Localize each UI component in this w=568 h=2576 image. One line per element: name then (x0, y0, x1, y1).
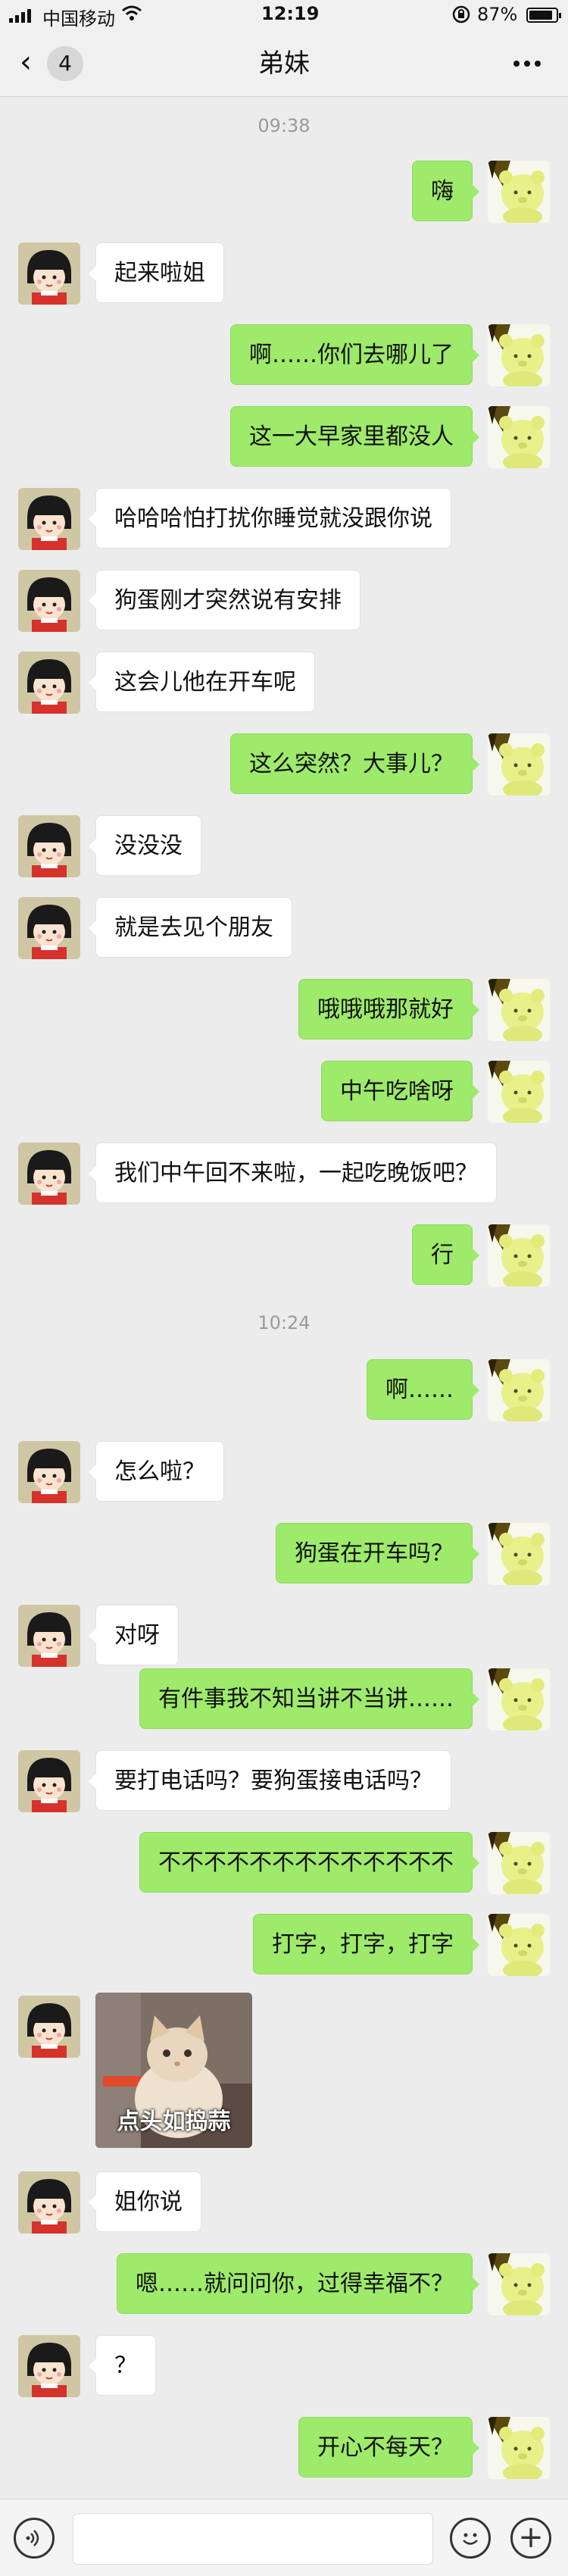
my-avatar[interactable] (488, 1668, 550, 1730)
contact-avatar[interactable] (18, 652, 80, 714)
received-message[interactable]: 怎么啦？ (89, 1441, 224, 1502)
contact-avatar[interactable] (18, 1441, 80, 1503)
status-time: 12:19 (261, 3, 320, 24)
my-avatar[interactable] (488, 2417, 550, 2479)
my-avatar[interactable] (488, 1832, 550, 1894)
my-avatar[interactable] (488, 1914, 550, 1976)
received-message[interactable]: 要打电话吗？要狗蛋接电话吗？ (89, 1750, 451, 1811)
more-dots-icon[interactable] (513, 61, 541, 67)
contact-avatar[interactable] (18, 2335, 80, 2397)
contact-avatar[interactable] (18, 2171, 80, 2234)
received-message[interactable]: 起来啦姐 (89, 242, 224, 303)
voice-icon[interactable] (14, 2518, 55, 2559)
sent-message[interactable]: 这一大早家里都没人 (230, 406, 479, 467)
sent-message[interactable]: 啊…… (367, 1359, 479, 1420)
my-avatar[interactable] (488, 979, 550, 1041)
my-avatar[interactable] (488, 733, 550, 796)
plus-icon[interactable]: + (510, 2518, 551, 2559)
sent-message[interactable]: 啊……你们去哪儿了 (230, 324, 479, 385)
sticker-message[interactable]: 点头如捣蒜 (95, 1993, 252, 2148)
received-message[interactable]: 我们中午回不来啦，一起吃晚饭吧？ (89, 1143, 497, 1203)
contact-avatar[interactable] (18, 488, 80, 550)
chat-header: ‹ 4 弟妹 (0, 30, 568, 97)
received-message[interactable]: 这会儿他在开车呢 (89, 652, 315, 712)
sent-message[interactable]: 哦哦哦那就好 (298, 979, 479, 1039)
my-avatar[interactable] (488, 324, 550, 386)
my-avatar[interactable] (488, 406, 550, 468)
message-input[interactable] (73, 2513, 433, 2565)
contact-avatar[interactable] (18, 1143, 80, 1205)
received-message[interactable]: ？ (89, 2335, 156, 2396)
sent-message[interactable]: 这么突然？大事儿？ (230, 733, 479, 794)
contact-avatar[interactable] (18, 1750, 80, 1812)
contact-avatar[interactable] (18, 1605, 80, 1667)
my-avatar[interactable] (488, 1224, 550, 1286)
received-message[interactable]: 对呀 (89, 1605, 179, 1665)
received-message[interactable]: 狗蛋刚才突然说有安排 (89, 570, 360, 630)
timestamp: 09:38 (257, 115, 311, 136)
battery-percent: 87% (477, 4, 518, 25)
my-avatar[interactable] (488, 1061, 550, 1123)
battery-icon (526, 8, 561, 23)
carrier-name: 中国移动 (42, 8, 115, 30)
my-avatar[interactable] (488, 161, 550, 223)
chat-title: 弟妹 (258, 48, 310, 79)
input-bar: + (0, 2499, 568, 2576)
timestamp: 10:24 (257, 1312, 311, 1333)
received-message[interactable]: 就是去见个朋友 (89, 897, 292, 958)
contact-avatar[interactable] (18, 1996, 80, 2058)
received-message[interactable]: 姐你说 (89, 2171, 201, 2232)
contact-avatar[interactable] (18, 570, 80, 632)
sent-message[interactable]: 有件事我不知当讲不当讲…… (139, 1668, 479, 1729)
sent-message[interactable]: 开心不每天？ (298, 2417, 479, 2478)
received-message[interactable]: 哈哈哈怕打扰你睡觉就没跟你说 (89, 488, 451, 549)
sent-message[interactable]: 中午吃啥呀 (321, 1061, 479, 1121)
wifi-icon (121, 5, 142, 26)
sent-message[interactable]: 不不不不不不不不不不不不不 (139, 1832, 479, 1893)
sent-message[interactable]: 狗蛋在开车吗？ (276, 1523, 479, 1583)
contact-avatar[interactable] (18, 242, 80, 305)
sent-message[interactable]: 行 (412, 1224, 479, 1285)
my-avatar[interactable] (488, 1359, 550, 1421)
sent-message[interactable]: 嗨 (412, 161, 479, 221)
signal-icon (9, 8, 31, 23)
emoji-icon[interactable] (450, 2518, 491, 2559)
received-message[interactable]: 没没没 (89, 815, 201, 876)
rotation-lock-icon (451, 5, 471, 29)
my-avatar[interactable] (488, 2253, 550, 2315)
contact-avatar[interactable] (18, 815, 80, 877)
my-avatar[interactable] (488, 1523, 550, 1585)
sent-message[interactable]: 打字，打字，打字 (253, 1914, 479, 1974)
sticker-caption: 点头如捣蒜 (117, 2109, 231, 2135)
contact-avatar[interactable] (18, 897, 80, 959)
sent-message[interactable]: 嗯……就问问你，过得幸福不？ (117, 2253, 479, 2314)
status-bar: 中国移动 12:19 87% (0, 0, 568, 30)
